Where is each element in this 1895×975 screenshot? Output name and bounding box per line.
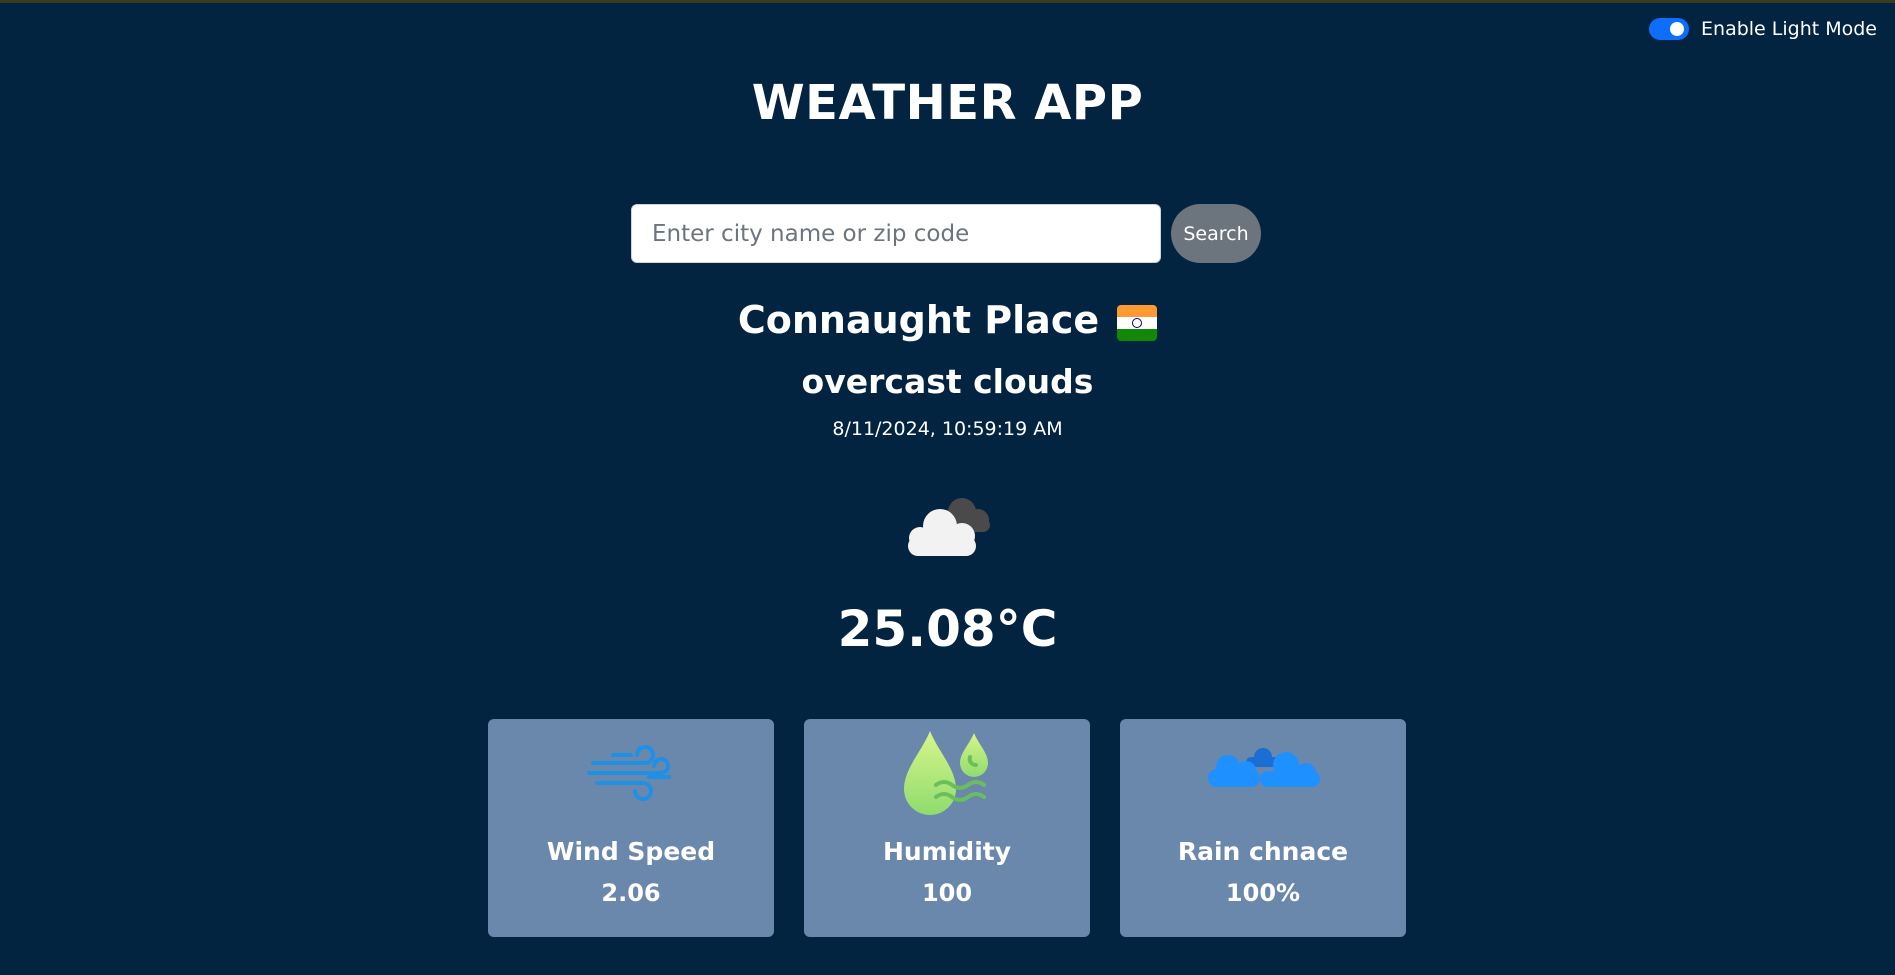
wind-icon	[587, 745, 671, 801]
rain-cloud-icon	[1208, 748, 1320, 787]
app-title: WEATHER APP	[751, 75, 1144, 131]
wind-speed-value: 2.06	[601, 879, 661, 907]
toggle-switch[interactable]	[1649, 18, 1690, 40]
overcast-clouds-icon	[908, 498, 990, 556]
temperature: 25.08°C	[837, 600, 1058, 658]
date-time: 8/11/2024, 10:59:19 AM	[832, 418, 1063, 440]
humidity-title: Humidity	[882, 837, 1012, 866]
rain-chance-title: Rain chnace	[1177, 837, 1349, 866]
window-top-border	[0, 0, 1895, 3]
rain-chance-card: Rain chnace 100%	[1120, 719, 1406, 937]
wind-speed-title: Wind Speed	[546, 837, 716, 866]
city-name: Connaught Place	[737, 298, 1100, 342]
rain-chance-value: 100%	[1225, 879, 1301, 907]
toggle-label: Enable Light Mode	[1701, 18, 1877, 40]
location-header: Connaught Place	[0, 298, 1895, 342]
light-mode-toggle[interactable]: Enable Light Mode	[1649, 18, 1877, 40]
search-button[interactable]: Search	[1171, 204, 1261, 263]
weather-stats: Wind Speed 2.06 Humidity 100 Rain chnace…	[488, 719, 1406, 937]
humidity-icon	[904, 731, 988, 815]
toggle-knob	[1670, 22, 1685, 36]
search-input[interactable]	[631, 204, 1161, 263]
humidity-card: Humidity 100	[804, 719, 1090, 937]
wind-speed-card: Wind Speed 2.06	[488, 719, 774, 937]
humidity-value: 100	[921, 879, 973, 907]
india-flag-icon	[1117, 305, 1158, 341]
weather-description: overcast clouds	[801, 362, 1094, 401]
search-bar: Search	[631, 204, 1261, 263]
